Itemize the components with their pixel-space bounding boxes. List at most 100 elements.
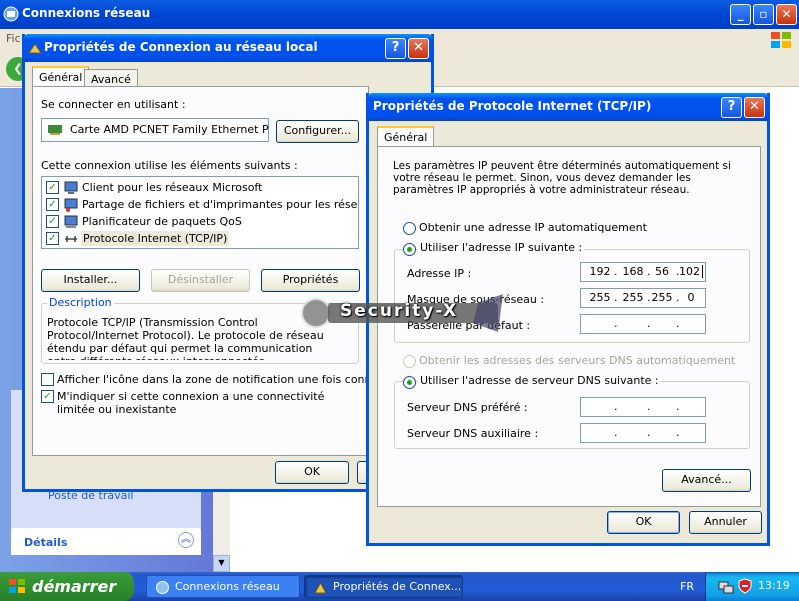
ip-octet: 168: [622, 265, 644, 278]
security-shield-icon[interactable]: [738, 578, 752, 594]
network-connections-icon: [3, 6, 19, 22]
subnet-mask-input[interactable]: 255. 255. 255. 0: [580, 288, 706, 308]
network-client-icon: [64, 181, 78, 194]
manual-ip-label: Utiliser l'adresse IP suivante :: [418, 241, 585, 254]
help-button[interactable]: ?: [721, 97, 742, 118]
task-label: Propriétés de Connex...: [333, 580, 462, 593]
minimize-button[interactable]: _: [730, 4, 751, 25]
show-icon-checkbox[interactable]: [41, 373, 54, 386]
gateway-input[interactable]: ...: [580, 314, 706, 334]
advanced-button[interactable]: Avancé...: [662, 469, 751, 492]
lan-dialog-titlebar: Propriétés de Connexion au réseau local …: [22, 34, 434, 62]
tab-general[interactable]: Général: [377, 126, 435, 147]
start-button[interactable]: démarrer: [0, 572, 134, 601]
chevron-up-icon[interactable]: ︽: [178, 532, 194, 548]
alternate-dns-label: Serveur DNS auxiliaire :: [407, 427, 539, 440]
notify-checkbox[interactable]: ✓: [41, 390, 54, 403]
item-label: Partage de fichiers et d'imprimantes pou…: [82, 198, 358, 211]
file-share-icon: [64, 198, 78, 212]
uninstall-button: Désinstaller: [151, 269, 250, 292]
clock: 13:19: [758, 579, 790, 592]
network-tray-icon[interactable]: [718, 579, 734, 595]
item-checkbox[interactable]: ✓: [46, 232, 59, 245]
intro-text: Les paramètres IP peuvent être déterminé…: [393, 160, 731, 196]
install-button[interactable]: Installer...: [41, 269, 140, 292]
items-label: Cette connexion utilise les éléments sui…: [41, 159, 298, 172]
watermark-text: Security-X: [340, 301, 459, 321]
manual-dns-radio[interactable]: [403, 376, 416, 389]
details-label: Détails: [24, 536, 68, 549]
adapter-name: Carte AMD PCNET Family Ethernet P: [70, 123, 269, 136]
ip-octet: 56: [655, 265, 669, 278]
description-legend: Description: [47, 296, 114, 309]
lan-dialog-title: Propriétés de Connexion au réseau local: [44, 40, 318, 54]
components-list[interactable]: ✓ Client pour les réseaux Microsoft ✓ Pa…: [41, 176, 359, 249]
tab-advanced[interactable]: Avancé: [84, 69, 138, 87]
ip-address-input[interactable]: 192. 168. 56. 102: [580, 262, 706, 282]
network-icon: [314, 581, 327, 594]
preferred-dns-input[interactable]: ...: [580, 397, 706, 417]
manual-ip-radio[interactable]: [403, 243, 416, 256]
ip-octet: 255: [622, 291, 644, 304]
windows-flag-icon: [9, 579, 25, 593]
close-button[interactable]: ✕: [744, 97, 765, 118]
lan-general-panel: Se connecter en utilisant : Carte AMD PC…: [32, 86, 395, 456]
protocol-icon: [65, 236, 77, 242]
alternate-dns-input[interactable]: ...: [580, 423, 706, 443]
tab-advanced-label: Avancé: [91, 73, 131, 86]
language-indicator[interactable]: FR: [680, 580, 694, 593]
task-properties[interactable]: Propriétés de Connex...: [304, 575, 463, 598]
list-item[interactable]: ✓ Planificateur de paquets QoS: [44, 214, 354, 230]
adapter-field: Carte AMD PCNET Family Ethernet P: [41, 118, 269, 142]
ok-button[interactable]: OK: [275, 461, 349, 484]
network-icon: [28, 43, 42, 54]
tab-general-label: Général: [384, 131, 428, 144]
configure-button[interactable]: Configurer...: [276, 120, 359, 143]
tab-general-label: Général: [39, 71, 83, 84]
tab-general[interactable]: Général: [32, 66, 90, 87]
network-connections-titlebar: Connexions réseau _ ▫ ✕: [0, 0, 799, 29]
ip-octet: 255: [651, 291, 673, 304]
help-button[interactable]: ?: [385, 38, 406, 59]
auto-dns-radio: [403, 355, 416, 368]
task-label: Connexions réseau: [175, 580, 280, 593]
ok-button[interactable]: OK: [607, 511, 680, 534]
taskbar: démarrer Connexions réseau Propriétés de…: [0, 572, 799, 601]
close-button[interactable]: ✕: [776, 4, 797, 25]
ip-octet: 102: [677, 265, 703, 278]
item-label: Planificateur de paquets QoS: [82, 215, 242, 228]
network-card-icon: [48, 125, 62, 135]
auto-ip-label: Obtenir une adresse IP automatiquement: [419, 221, 647, 234]
item-checkbox[interactable]: ✓: [46, 198, 59, 211]
list-item[interactable]: ✓ Partage de fichiers et d'imprimantes p…: [44, 197, 358, 213]
notify-label: M'indiquer si cette connexion a une conn…: [57, 390, 325, 416]
manual-dns-label: Utiliser l'adresse de serveur DNS suivan…: [418, 374, 661, 387]
scroll-down-arrow-icon[interactable]: ▼: [213, 555, 230, 572]
close-button[interactable]: ✕: [408, 38, 429, 59]
tcpip-dialog-title: Propriétés de Protocole Internet (TCP/IP…: [373, 99, 652, 113]
item-label: Client pour les réseaux Microsoft: [82, 181, 263, 194]
list-item-selected[interactable]: ✓ Protocole Internet (TCP/IP): [44, 231, 354, 247]
cancel-button[interactable]: Annuler: [689, 511, 762, 534]
tcpip-dialog-titlebar: Propriétés de Protocole Internet (TCP/IP…: [366, 93, 770, 121]
item-label: Protocole Internet (TCP/IP): [81, 231, 230, 246]
auto-ip-radio[interactable]: [403, 222, 416, 235]
description-text: Protocole TCP/IP (Transmission Control P…: [47, 316, 324, 360]
item-checkbox[interactable]: ✓: [46, 181, 59, 194]
item-checkbox[interactable]: ✓: [46, 215, 59, 228]
menu-file[interactable]: Fic: [6, 32, 21, 45]
auto-dns-label: Obtenir les adresses des serveurs DNS au…: [419, 354, 736, 367]
ip-address-label: Adresse IP :: [407, 267, 472, 280]
start-label: démarrer: [32, 577, 117, 596]
windows-logo-icon: [771, 32, 791, 48]
preferred-dns-label: Serveur DNS préféré :: [407, 401, 528, 414]
properties-button[interactable]: Propriétés: [261, 269, 360, 292]
network-connections-icon: [156, 581, 169, 594]
qos-icon: [64, 215, 78, 228]
list-item[interactable]: ✓ Client pour les réseaux Microsoft: [44, 180, 354, 196]
show-icon-label: Afficher l'icône dans la zone de notific…: [57, 373, 396, 386]
ip-octet: 0: [687, 291, 695, 304]
maximize-button[interactable]: ▫: [753, 4, 774, 25]
connect-using-label: Se connecter en utilisant :: [41, 98, 186, 111]
task-network-connections[interactable]: Connexions réseau: [146, 575, 300, 598]
